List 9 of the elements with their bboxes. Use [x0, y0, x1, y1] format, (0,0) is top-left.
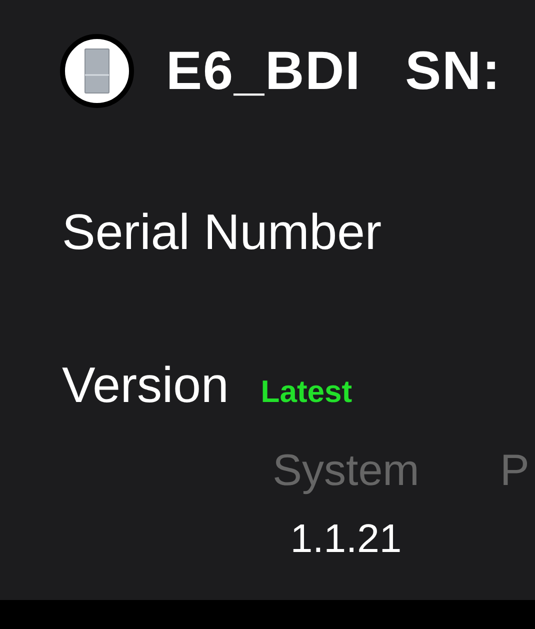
column-header: P	[500, 449, 530, 493]
version-label: Version	[62, 357, 229, 413]
latest-status-label: Latest	[260, 374, 352, 410]
device-icon	[84, 48, 110, 94]
serial-number-label: Serial Number	[62, 204, 383, 260]
serial-label: SN:	[405, 41, 502, 101]
version-value: 1.1.21	[290, 517, 402, 561]
column-header: System	[272, 449, 420, 493]
device-name: E6_BDI	[166, 41, 362, 101]
